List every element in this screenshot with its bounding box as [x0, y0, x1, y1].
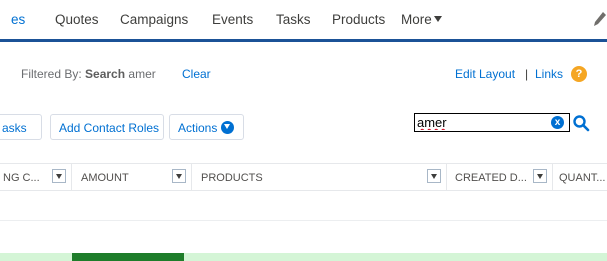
- column-divider: [191, 164, 192, 190]
- help-icon[interactable]: ?: [571, 66, 587, 82]
- search-icon[interactable]: [572, 114, 590, 132]
- clear-search-icon[interactable]: x: [551, 116, 564, 129]
- nav-tab-tasks[interactable]: Tasks: [276, 12, 311, 27]
- top-nav: es Quotes Campaigns Events Tasks Product…: [0, 0, 607, 42]
- column-menu-amount[interactable]: [172, 169, 186, 183]
- nav-tab-campaigns[interactable]: Campaigns: [120, 12, 188, 27]
- column-menu-products[interactable]: [427, 169, 441, 183]
- nav-tab-opportunities[interactable]: es: [11, 12, 25, 27]
- clear-filter-link[interactable]: Clear: [182, 67, 211, 81]
- filter-prefix: Filtered By:: [21, 67, 82, 81]
- highlighted-cell[interactable]: [72, 253, 184, 261]
- table-row[interactable]: [0, 221, 607, 253]
- nav-tab-products[interactable]: Products: [332, 12, 385, 27]
- column-header-amount[interactable]: AMOUNT: [81, 172, 129, 184]
- actions-label: Actions: [178, 121, 218, 135]
- column-divider: [71, 164, 72, 190]
- chevron-down-icon: [433, 16, 442, 22]
- edit-layout-link[interactable]: Edit Layout: [455, 67, 515, 81]
- header-links-separator: |: [525, 67, 529, 81]
- chevron-down-icon: [221, 121, 235, 134]
- column-header-closing-date[interactable]: NG C...: [3, 172, 40, 184]
- table-header: NG C... AMOUNT PRODUCTS CREATED D... QUA…: [0, 163, 607, 191]
- column-menu-created-date[interactable]: [533, 169, 547, 183]
- nav-tab-quotes[interactable]: Quotes: [55, 12, 99, 27]
- nav-tab-more[interactable]: More: [401, 12, 442, 27]
- links-link[interactable]: Links: [535, 67, 563, 81]
- column-divider: [446, 164, 447, 190]
- filter-value: amer: [128, 67, 156, 81]
- table-row[interactable]: [0, 191, 607, 221]
- nav-active-underline: [0, 39, 607, 42]
- column-divider: [552, 164, 553, 190]
- add-contact-roles-button[interactable]: Add Contact Roles: [50, 114, 164, 140]
- new-tasks-button[interactable]: asks: [0, 114, 42, 140]
- actions-button[interactable]: Actions: [169, 114, 244, 140]
- filter-summary: Filtered By: Search amer: [21, 67, 156, 81]
- nav-more-label: More: [401, 12, 432, 27]
- search-box: x: [414, 113, 570, 132]
- filter-field: Search: [85, 67, 126, 81]
- column-header-created-date[interactable]: CREATED D...: [455, 172, 527, 184]
- page: es Quotes Campaigns Events Tasks Product…: [0, 0, 607, 261]
- column-menu-closing-date[interactable]: [52, 169, 66, 183]
- column-header-quantity[interactable]: QUANT...: [559, 172, 605, 184]
- pencil-icon[interactable]: [593, 11, 607, 27]
- search-input[interactable]: [417, 115, 547, 130]
- nav-tab-events[interactable]: Events: [212, 12, 253, 27]
- column-header-products[interactable]: PRODUCTS: [201, 172, 263, 184]
